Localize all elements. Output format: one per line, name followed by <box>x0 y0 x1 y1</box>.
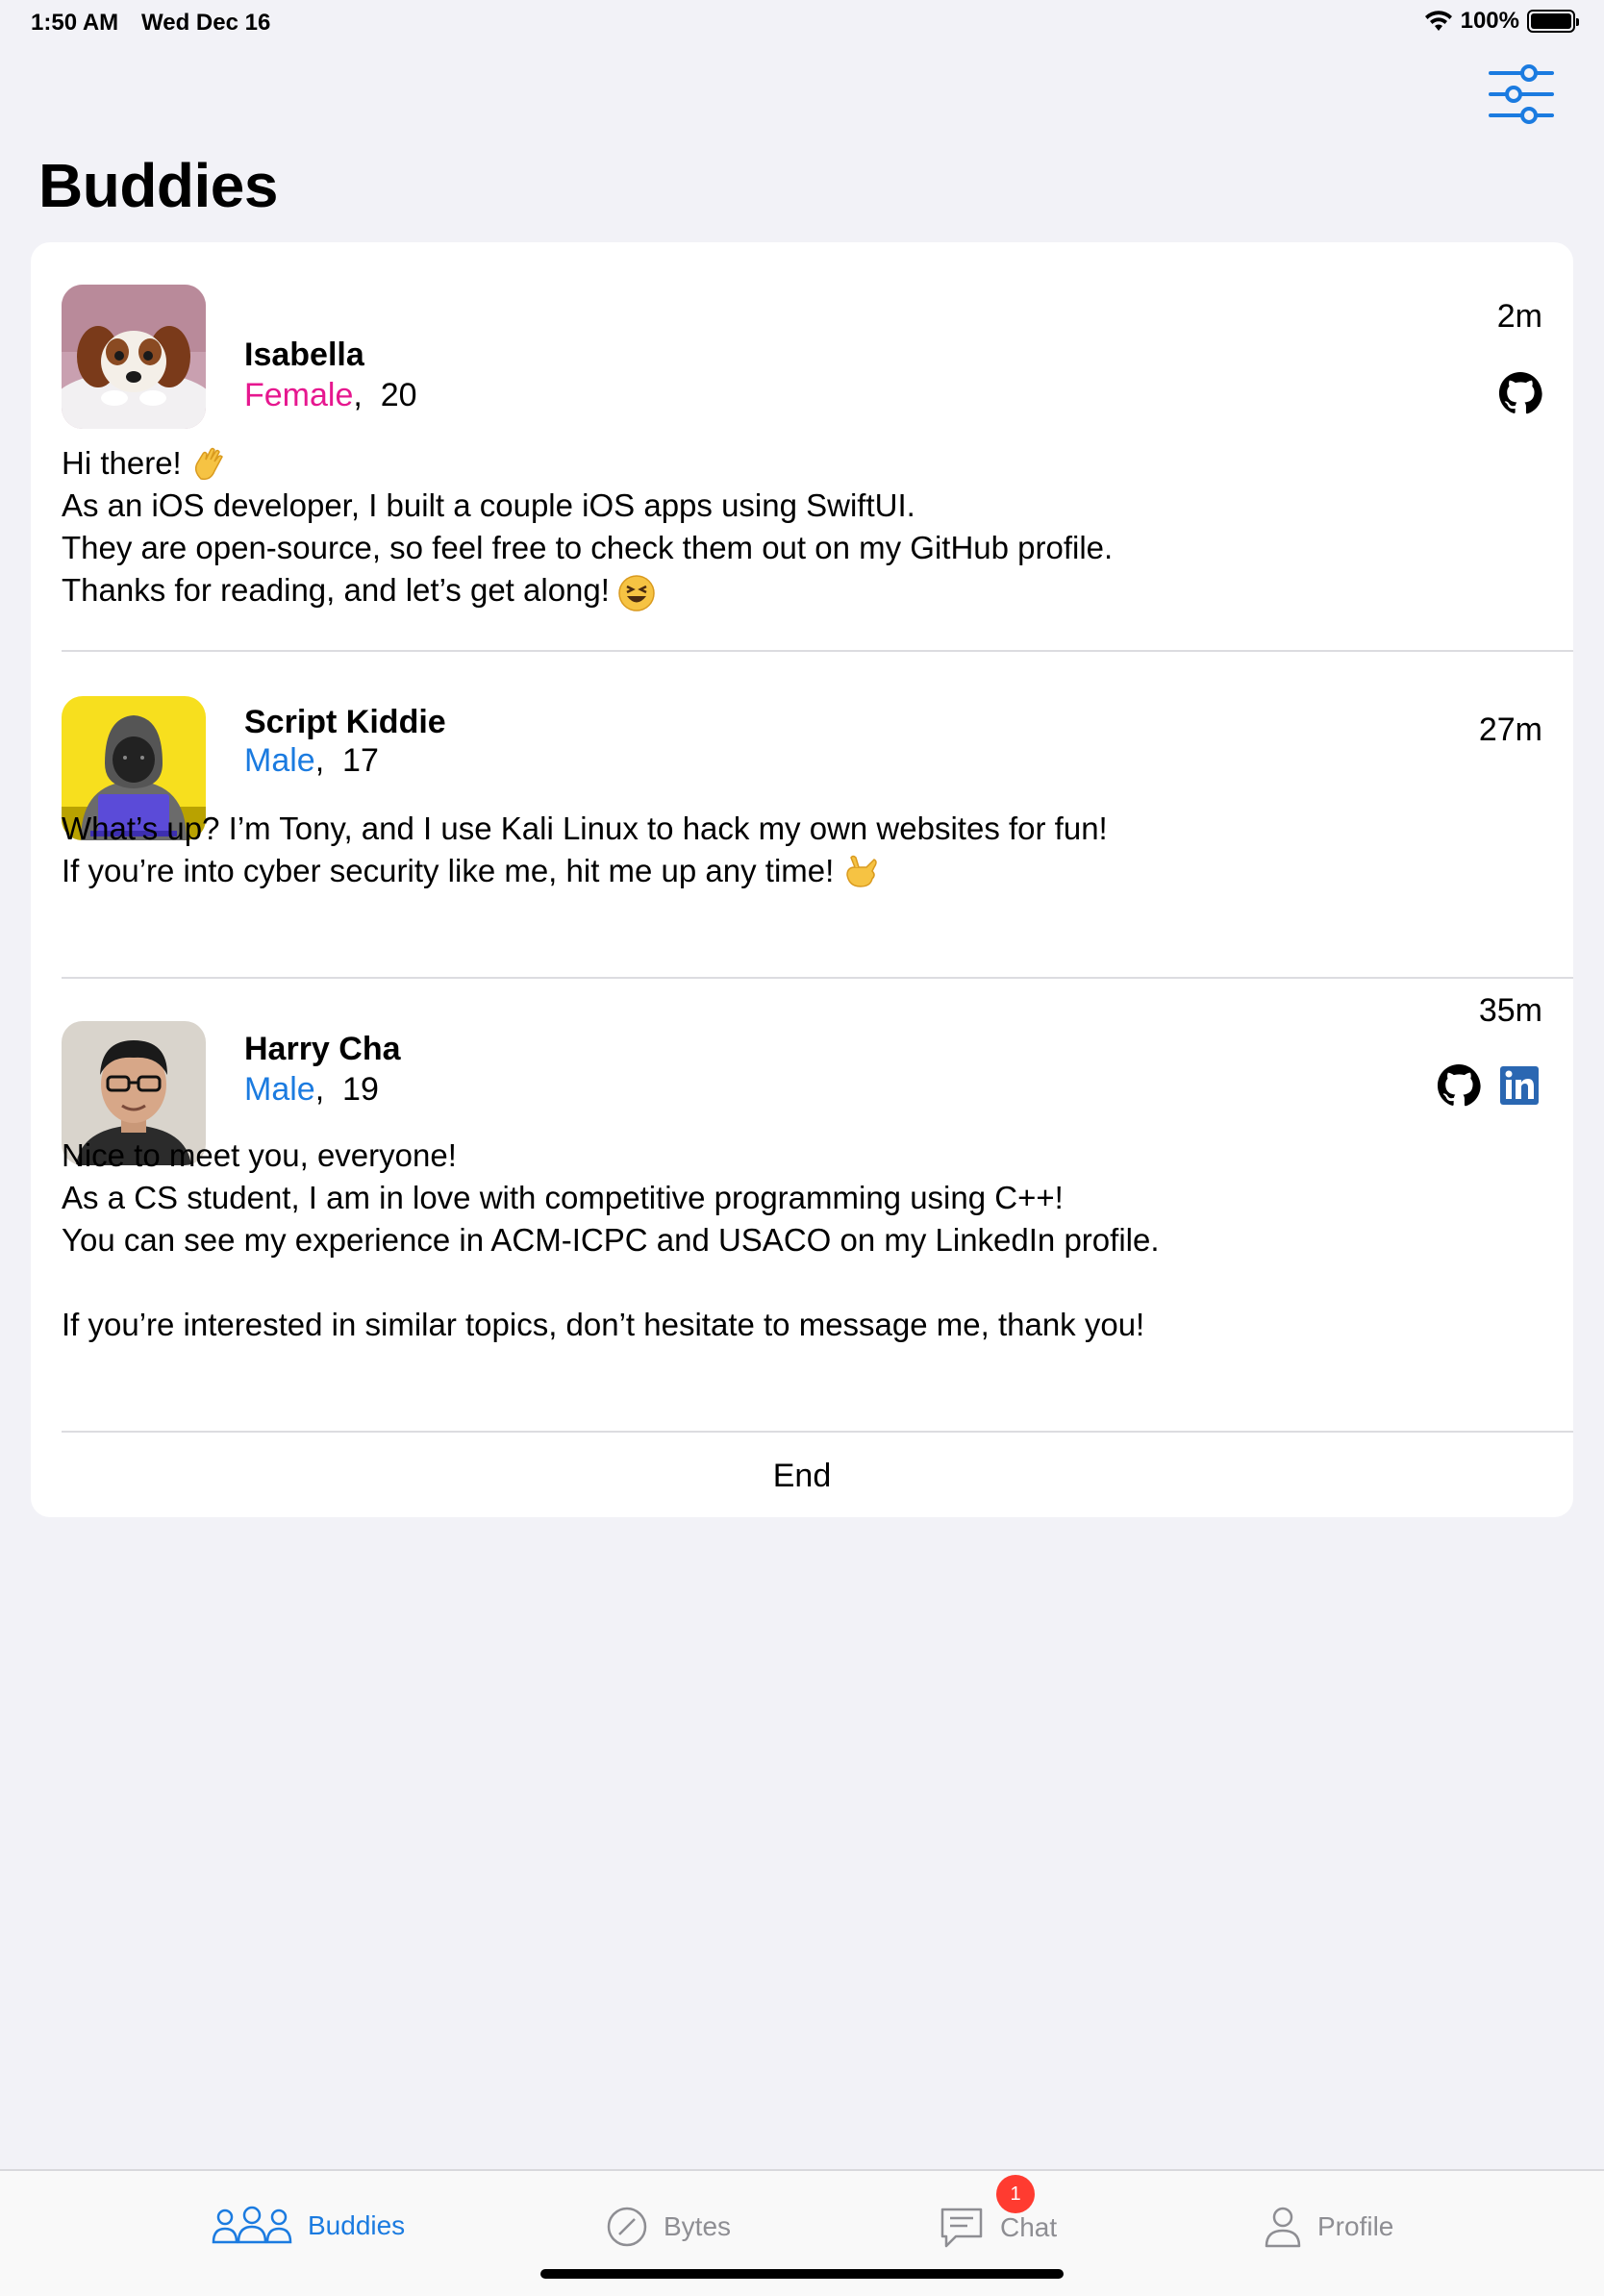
bio-line <box>62 1261 1504 1304</box>
laughing-face-icon <box>618 574 655 611</box>
social-links <box>1498 371 1542 415</box>
status-date: Wed Dec 16 <box>141 10 271 36</box>
tab-buddies[interactable]: Buddies <box>212 2206 405 2246</box>
linkedin-icon[interactable] <box>1500 1064 1542 1107</box>
post-time: 27m <box>1478 711 1542 748</box>
bio-line: They are open-source, so feel free to ch… <box>62 530 1114 566</box>
battery-percent: 100% <box>1460 8 1519 34</box>
person-icon <box>1265 2207 1301 2248</box>
buddy-gender: Male <box>244 1071 315 1108</box>
people-icon <box>212 2206 292 2244</box>
app-screen: 1:50 AM Wed Dec 16 100% Buddies Isabella… <box>0 0 1604 2296</box>
bio-line: If you’re into cyber security like me, h… <box>62 853 835 888</box>
buddy-bio: What’s up? I’m Tony, and I use Kali Linu… <box>62 808 1504 892</box>
list-item[interactable]: Isabella Female, 20 2m Hi there! As an i… <box>31 242 1573 652</box>
tab-bytes[interactable]: Bytes <box>606 2206 731 2248</box>
puppy-photo <box>62 285 206 429</box>
buddy-meta: Male, 17 <box>244 742 379 779</box>
buddy-meta: Female, 20 <box>244 377 417 413</box>
tab-label: Profile <box>1317 2211 1394 2241</box>
compass-icon <box>607 2207 647 2247</box>
buddy-age: 19 <box>342 1071 379 1108</box>
status-indicators: 100% <box>1424 8 1579 35</box>
buddy-gender: Female <box>244 377 354 413</box>
status-bar: 1:50 AM Wed Dec 16 100% <box>0 0 1604 46</box>
bio-line: As a CS student, I am in love with compe… <box>62 1180 1064 1215</box>
bio-line: Thanks for reading, and let’s get along! <box>62 572 610 609</box>
status-time: 1:50 AM <box>31 10 119 36</box>
tab-label: Chat <box>1000 2212 1058 2242</box>
buddy-gender: Male <box>244 742 315 779</box>
list-item[interactable]: Harry Cha Male, 19 35m Nice to meet you,… <box>31 979 1573 1433</box>
github-icon[interactable] <box>1437 1063 1481 1108</box>
buddy-age: 17 <box>342 742 379 779</box>
tab-label: Bytes <box>664 2211 732 2241</box>
tab-chat[interactable]: Chat 1 <box>939 2175 1058 2250</box>
battery-icon <box>1527 10 1579 33</box>
buddy-bio: Hi there! As an iOS developer, I built a… <box>62 442 1504 612</box>
buddies-list: Isabella Female, 20 2m Hi there! As an i… <box>31 242 1573 1517</box>
buddy-meta: Male, 19 <box>244 1071 379 1108</box>
list-item[interactable]: Script Kiddie Male, 17 27m What’s up? I’… <box>31 652 1573 979</box>
github-icon[interactable] <box>1498 371 1542 415</box>
divider <box>62 1431 1573 1433</box>
buddy-bio: Nice to meet you, everyone! As a CS stud… <box>62 1135 1504 1346</box>
bio-line: If you’re interested in similar topics, … <box>62 1307 1145 1342</box>
post-time: 35m <box>1478 992 1542 1029</box>
buddy-age: 20 <box>380 377 417 413</box>
call-me-hand-icon <box>846 856 878 888</box>
end-of-list-label: End <box>772 1458 832 1494</box>
home-indicator <box>540 2269 1064 2279</box>
tab-label: Buddies <box>308 2210 406 2240</box>
bio-line: As an iOS developer, I built a couple iO… <box>62 487 915 524</box>
wifi-icon <box>1424 11 1452 31</box>
chat-bubble-icon <box>940 2208 983 2248</box>
waving-hand-icon <box>194 448 223 481</box>
sliders-icon <box>1489 64 1554 124</box>
page-title: Buddies <box>38 151 278 220</box>
tab-profile[interactable]: Profile <box>1264 2206 1393 2248</box>
bio-line: What’s up? I’m Tony, and I use Kali Linu… <box>62 811 1108 846</box>
avatar <box>62 285 206 429</box>
bio-line: You can see my experience in ACM-ICPC an… <box>62 1222 1160 1258</box>
buddy-name: Isabella <box>244 337 364 373</box>
filter-button[interactable] <box>1487 63 1556 125</box>
bio-line: Hi there! <box>62 445 182 481</box>
bio-line: Nice to meet you, everyone! <box>62 1137 457 1173</box>
unread-badge: 1 <box>996 2175 1035 2213</box>
post-time: 2m <box>1496 298 1542 335</box>
buddy-name: Harry Cha <box>244 1031 401 1067</box>
social-links <box>1437 1063 1542 1108</box>
buddy-name: Script Kiddie <box>244 704 446 740</box>
